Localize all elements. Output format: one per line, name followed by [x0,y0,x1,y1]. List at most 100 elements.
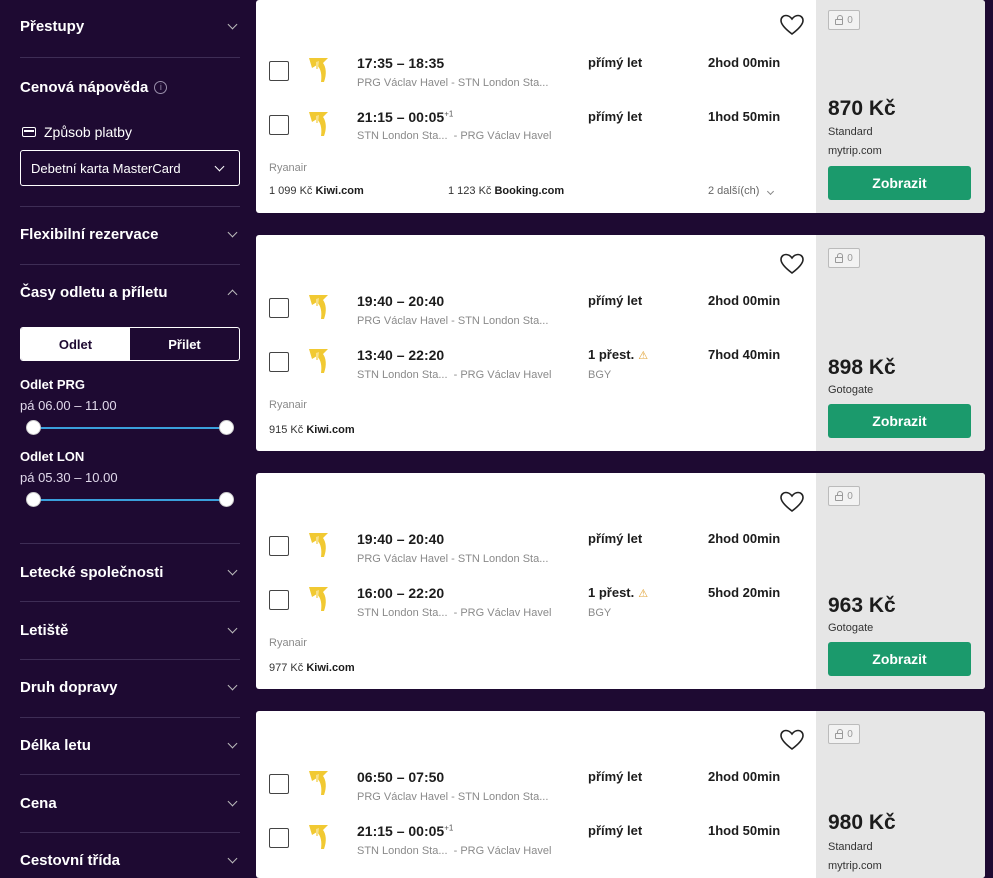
flight-route: PRG Václav Havel - STN London Sta... [357,315,549,327]
flight-route: PRG Václav Havel - STN London Sta... [357,77,549,89]
price-lock-badge[interactable]: 0 [828,248,860,268]
heart-icon[interactable] [779,252,805,276]
show-deal-button[interactable]: Zobrazit [828,642,971,676]
chevron-down-icon [227,565,238,576]
flight-times: 13:40 – 22:20 [357,347,445,363]
info-icon[interactable]: i [154,81,168,94]
flight-duration: 2hod 00min [708,769,781,784]
compare-checkbox[interactable] [269,828,289,848]
price-panel: 0 980 Kč Standard mytrip.com [816,711,985,878]
flight-duration: 2hod 00min [708,293,781,308]
stops-label: přímý let [588,293,643,308]
compare-checkbox[interactable] [269,115,289,135]
heart-icon[interactable] [779,13,805,37]
price: 898 Kč [828,356,896,379]
flight-route: STN London Sta... - PRG Václav Havel [357,845,552,857]
section-cenova-napoveda: Cenová nápověda i [20,79,240,96]
slider-track-prg[interactable] [33,427,227,429]
flight-result-card[interactable]: 17:35 – 18:35 PRG Václav Havel - STN Lon… [256,0,985,213]
flight-duration: 2hod 00min [708,531,781,546]
payment-method-select[interactable]: Debetní karta MasterCard [20,150,240,186]
stops-label: přímý let [588,531,643,546]
divider [20,543,240,544]
price-lock-badge[interactable]: 0 [828,10,860,30]
slider-label-prg: Odlet PRG [20,377,86,392]
slider-track-lon[interactable] [33,499,227,501]
filter-cestovni-trida[interactable]: Cestovní třída [20,852,240,869]
airline-name: Ryanair [269,399,307,411]
airline-name: Ryanair [269,637,307,649]
ryanair-logo-icon [309,533,328,557]
flight-route: STN London Sta... - PRG Václav Havel [357,607,552,619]
more-offers-link[interactable]: 2 další(ch) [708,185,777,197]
price-panel: 0 870 Kč Standard mytrip.com Zobrazit [816,0,985,213]
filter-delka-letu[interactable]: Délka letu [20,737,240,754]
slider-handle-max[interactable] [219,420,234,435]
slider-value-lon: pá 05.30 – 10.00 [20,470,118,485]
flight-duration: 2hod 00min [708,55,781,70]
alt-offer[interactable]: 915 Kč Kiwi.com [269,424,355,436]
provider-name: mytrip.com [828,145,882,157]
filter-label: Letiště [20,622,69,639]
layover-airport: BGY [588,369,612,381]
alt-offer[interactable]: 977 Kč Kiwi.com [269,662,355,674]
filter-label: Cestovní třída [20,852,121,869]
flight-route: STN London Sta... - PRG Václav Havel [357,130,552,142]
payment-method-value: Debetní karta MasterCard [31,160,181,176]
flight-result-card[interactable]: 19:40 – 20:40 PRG Václav Havel - STN Lon… [256,473,985,689]
section-title: Cenová nápověda [20,79,149,96]
divider [20,264,240,265]
compare-checkbox[interactable] [269,590,289,610]
ryanair-logo-icon [309,349,328,373]
alt-offer[interactable]: 1 123 Kč Booking.com [448,185,564,197]
ryanair-logo-icon [309,58,328,82]
chevron-down-icon [227,738,238,749]
compare-checkbox[interactable] [269,536,289,556]
filter-letecke-spolecnosti[interactable]: Letecké společnosti [20,564,240,581]
price-lock-badge[interactable]: 0 [828,724,860,744]
slider-handle-max[interactable] [219,492,234,507]
show-deal-button[interactable]: Zobrazit [828,404,971,438]
slider-handle-min[interactable] [26,420,41,435]
slider-handle-min[interactable] [26,492,41,507]
compare-checkbox[interactable] [269,774,289,794]
lock-icon [835,14,844,25]
flight-times: 06:50 – 07:50 [357,769,445,785]
alt-offer[interactable]: 1 099 Kč Kiwi.com [269,185,364,197]
compare-checkbox[interactable] [269,352,289,372]
stops-label: přímý let [588,769,643,784]
price: 980 Kč [828,811,896,834]
show-deal-button[interactable]: Zobrazit [828,166,971,200]
price-lock-badge[interactable]: 0 [828,486,860,506]
filter-label: Časy odletu a příletu [20,284,168,301]
compare-checkbox[interactable] [269,298,289,318]
ryanair-logo-icon [309,587,328,611]
price-panel: 0 898 Kč Gotogate Zobrazit [816,235,985,451]
divider [20,774,240,775]
flight-result-card[interactable]: 06:50 – 07:50 PRG Václav Havel - STN Lon… [256,711,985,878]
filter-flexibilni-rezervace[interactable]: Flexibilní rezervace [20,226,240,243]
price: 870 Kč [828,97,896,120]
filter-letiste[interactable]: Letiště [20,622,240,639]
toggle-odlet[interactable]: Odlet [21,328,130,360]
chevron-down-icon [227,19,238,30]
flight-route: PRG Václav Havel - STN London Sta... [357,791,549,803]
payment-method-label: Způsob platby [22,124,132,140]
filter-label: Přestupy [20,18,85,35]
warning-icon: ⚠ [638,350,649,362]
toggle-prilet[interactable]: Přilet [130,328,239,360]
heart-icon[interactable] [779,490,805,514]
heart-icon[interactable] [779,728,805,752]
filter-casy-odletu[interactable]: Časy odletu a příletu [20,284,240,301]
ryanair-logo-icon [309,295,328,319]
ryanair-logo-icon [309,112,328,136]
filter-prestupy[interactable]: Přestupy [20,18,240,35]
divider [20,57,240,58]
compare-checkbox[interactable] [269,61,289,81]
flight-result-card[interactable]: 19:40 – 20:40 PRG Václav Havel - STN Lon… [256,235,985,451]
stops-label: přímý let [588,109,643,124]
filter-druh-dopravy[interactable]: Druh dopravy [20,679,240,696]
filter-cena[interactable]: Cena [20,795,240,812]
lock-icon [835,252,844,263]
fare-type: Standard [828,841,873,853]
